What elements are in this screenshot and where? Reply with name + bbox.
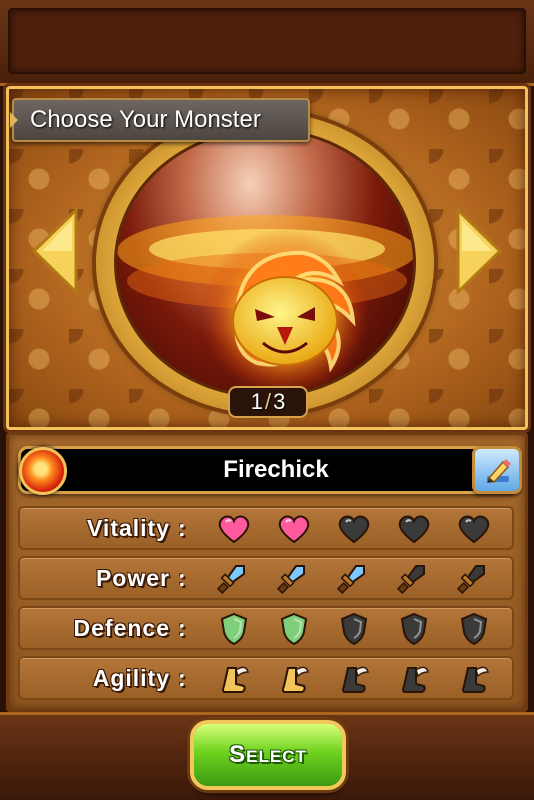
sword-icon-empty bbox=[454, 560, 494, 596]
counter-current: 1 bbox=[250, 389, 263, 414]
monster-page-counter: 1/3 bbox=[228, 386, 308, 418]
stat-icons bbox=[206, 610, 506, 646]
shield-icon-filled bbox=[214, 610, 254, 646]
winged-boot-icon-empty bbox=[334, 660, 374, 696]
screen-title-plate: Choose Your Monster bbox=[10, 98, 310, 142]
stat-icons bbox=[206, 510, 506, 546]
arrow-left-icon bbox=[31, 206, 78, 296]
winged-boot-icon-filled bbox=[214, 660, 254, 696]
stat-row-vitality: Vitality : bbox=[18, 506, 514, 550]
winged-boot-icon-empty bbox=[394, 660, 434, 696]
select-button[interactable]: Select bbox=[190, 720, 346, 790]
screen-title: Choose Your Monster bbox=[30, 106, 261, 133]
heart-icon-filled bbox=[214, 510, 254, 546]
firechick-artwork bbox=[117, 215, 413, 395]
top-bar-panel bbox=[8, 8, 526, 74]
heart-icon-empty bbox=[334, 510, 374, 546]
shield-icon-empty bbox=[394, 610, 434, 646]
shield-icon-empty bbox=[454, 610, 494, 646]
shield-icon-filled bbox=[274, 610, 314, 646]
next-monster-button[interactable] bbox=[456, 206, 503, 296]
counter-total: 3 bbox=[273, 389, 286, 414]
stat-colon: : bbox=[178, 615, 186, 641]
stat-row-agility: Agility : bbox=[18, 656, 514, 700]
counter-separator: / bbox=[264, 389, 272, 414]
monster-name-bar: Firechick bbox=[18, 446, 518, 494]
stat-colon: : bbox=[178, 515, 186, 541]
sword-icon-filled bbox=[274, 560, 314, 596]
top-bar bbox=[0, 0, 534, 86]
stat-label: Agility bbox=[92, 665, 170, 691]
stat-colon: : bbox=[178, 665, 186, 691]
winged-boot-icon-filled bbox=[274, 660, 314, 696]
pencil-icon bbox=[487, 459, 511, 484]
previous-monster-button[interactable] bbox=[31, 206, 78, 296]
stat-icons bbox=[206, 660, 506, 696]
sword-icon-empty bbox=[394, 560, 434, 596]
stat-row-defence: Defence : bbox=[18, 606, 514, 650]
stat-label: Vitality bbox=[87, 515, 170, 541]
monster-name: Firechick bbox=[223, 456, 329, 483]
stat-icons bbox=[206, 560, 506, 596]
fire-element-icon bbox=[19, 447, 67, 495]
stat-row-power: Power : bbox=[18, 556, 514, 600]
stat-colon: : bbox=[178, 565, 186, 591]
stat-label: Power bbox=[95, 565, 170, 591]
select-button-label: Select bbox=[229, 741, 307, 768]
winged-boot-icon-empty bbox=[454, 660, 494, 696]
sword-icon-filled bbox=[334, 560, 374, 596]
stat-label: Defence bbox=[73, 615, 170, 641]
heart-icon-filled bbox=[274, 510, 314, 546]
arrow-right-icon bbox=[456, 206, 503, 296]
shield-icon-empty bbox=[334, 610, 374, 646]
title-tab-marker bbox=[10, 112, 18, 128]
monster-portrait bbox=[114, 128, 416, 398]
heart-icon-empty bbox=[394, 510, 434, 546]
sword-icon-filled bbox=[214, 560, 254, 596]
rename-button[interactable] bbox=[472, 446, 522, 494]
heart-icon-empty bbox=[454, 510, 494, 546]
